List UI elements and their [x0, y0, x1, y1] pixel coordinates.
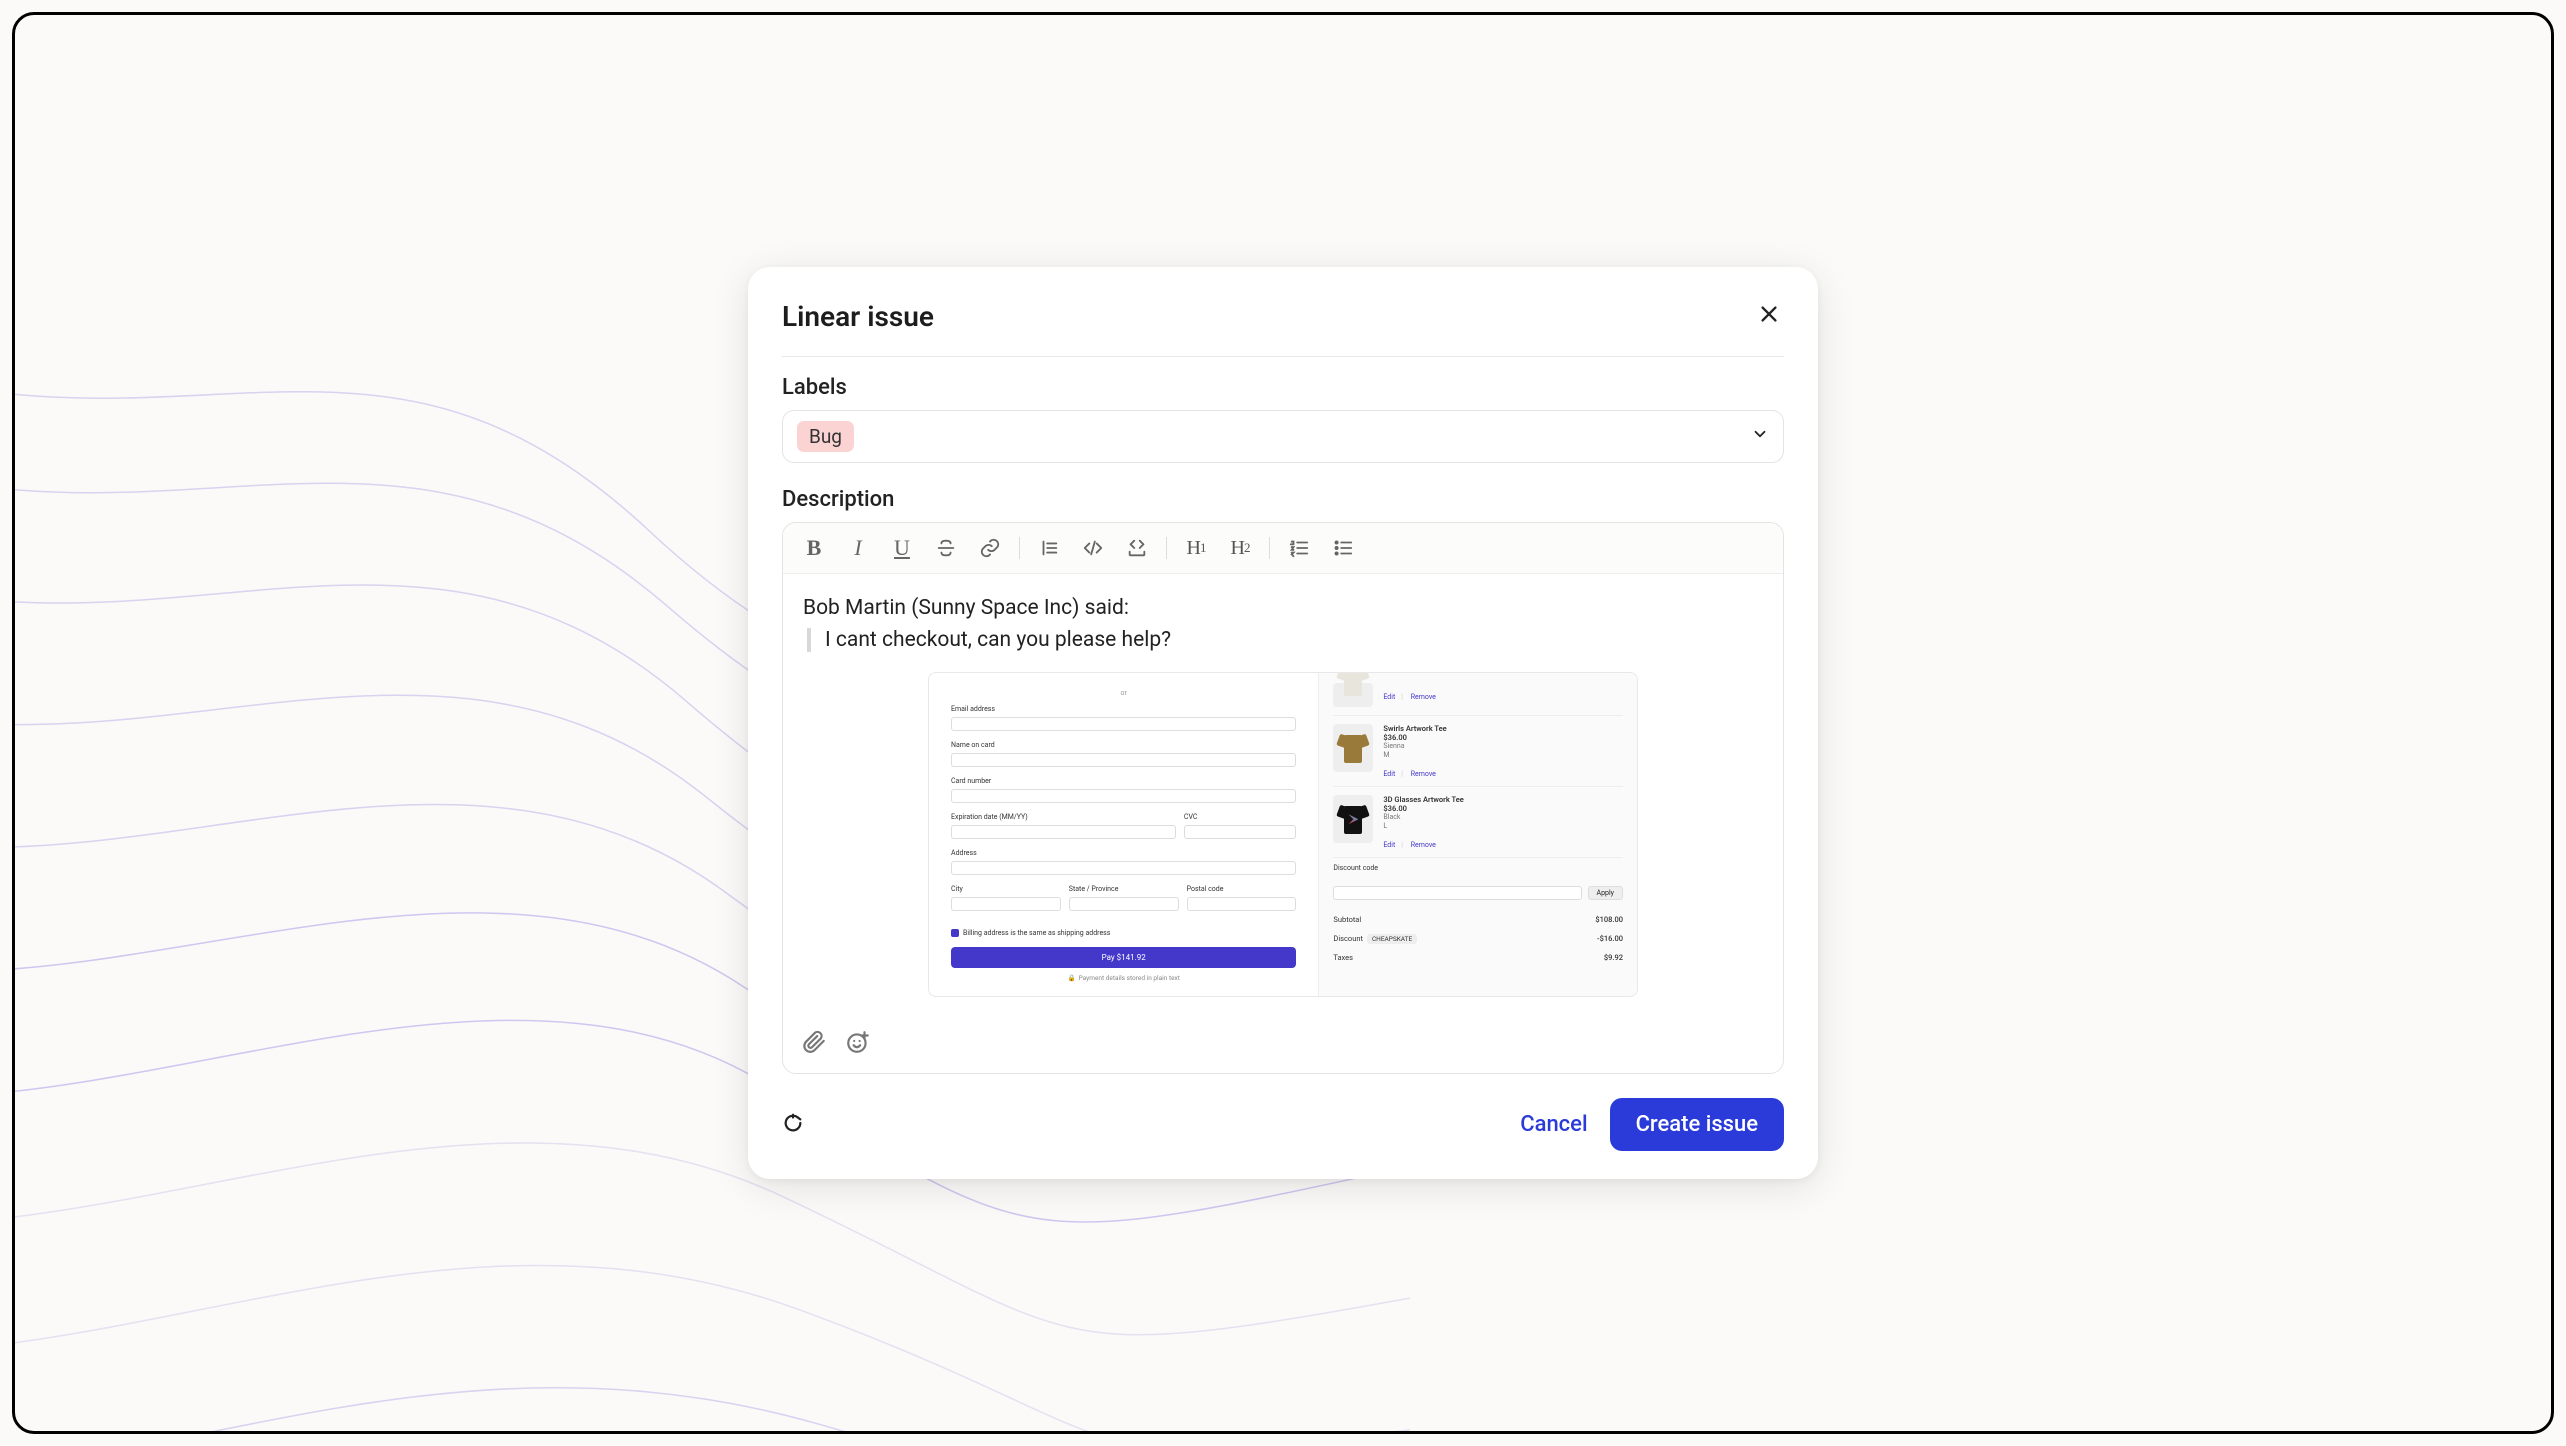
unordered-list-button[interactable]	[1328, 533, 1358, 563]
codeblock-button[interactable]	[1122, 533, 1152, 563]
cart-item: Swirls Artwork Tee $36.00 Sienna M Edit|…	[1333, 716, 1623, 787]
cart-item: Edit| Remove	[1333, 683, 1623, 716]
refresh-button[interactable]	[782, 1112, 804, 1138]
paperclip-icon	[801, 1029, 827, 1055]
rich-text-editor: B I U H1 H2 Bob Martin (Sunny Space Inc)…	[782, 522, 1784, 1074]
labels-field-label: Labels	[782, 375, 1784, 400]
label-tag-bug: Bug	[797, 421, 854, 452]
chevron-down-icon	[1751, 425, 1769, 448]
close-icon	[1758, 303, 1780, 325]
blockquote-button[interactable]	[1034, 533, 1064, 563]
modal-title: Linear issue	[782, 300, 934, 333]
h2-button[interactable]: H2	[1225, 533, 1255, 563]
h1-button[interactable]: H1	[1181, 533, 1211, 563]
description-field-label: Description	[782, 487, 1784, 512]
bold-button[interactable]: B	[799, 533, 829, 563]
close-button[interactable]	[1754, 299, 1784, 334]
attach-file-button[interactable]	[801, 1029, 827, 1059]
underline-button[interactable]: U	[887, 533, 917, 563]
create-issue-button[interactable]: Create issue	[1610, 1098, 1784, 1151]
cart-item: 3D Glasses Artwork Tee $36.00 Black L Ed…	[1333, 787, 1623, 858]
attached-screenshot: or Email address Name on card Card numbe…	[928, 672, 1638, 997]
cancel-button[interactable]: Cancel	[1520, 1112, 1587, 1137]
refresh-icon	[782, 1112, 804, 1134]
linear-issue-modal: Linear issue Labels Bug Description B I …	[748, 267, 1818, 1179]
labels-select[interactable]: Bug	[782, 410, 1784, 463]
emoji-button[interactable]	[845, 1029, 871, 1059]
editor-content[interactable]: Bob Martin (Sunny Space Inc) said: I can…	[783, 574, 1783, 1017]
ordered-list-button[interactable]	[1284, 533, 1314, 563]
code-button[interactable]	[1078, 533, 1108, 563]
emoji-plus-icon	[845, 1029, 871, 1055]
italic-button[interactable]: I	[843, 533, 873, 563]
author-line: Bob Martin (Sunny Space Inc) said:	[803, 596, 1763, 620]
strikethrough-button[interactable]	[931, 533, 961, 563]
link-button[interactable]	[975, 533, 1005, 563]
quoted-message: I cant checkout, can you please help?	[807, 628, 1763, 652]
editor-toolbar: B I U H1 H2	[783, 523, 1783, 574]
